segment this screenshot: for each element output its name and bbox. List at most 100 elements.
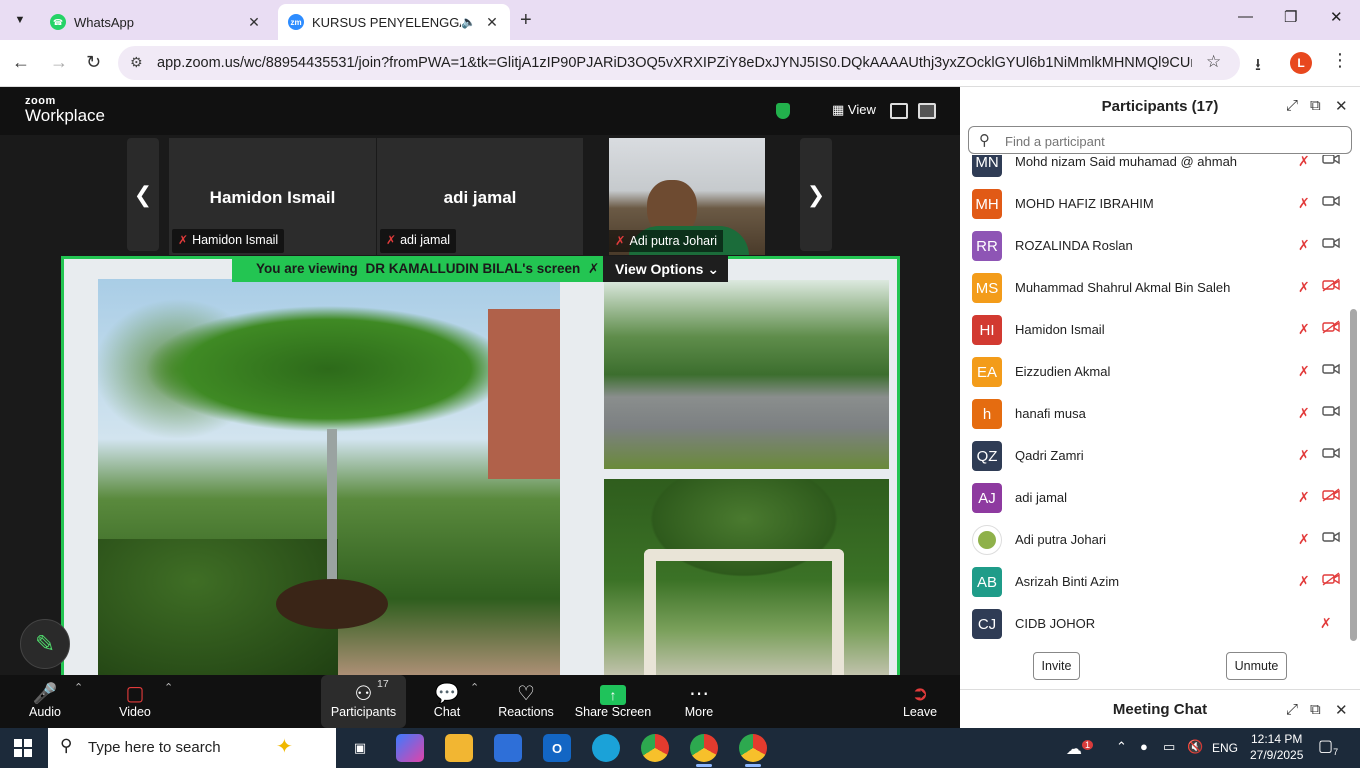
bookmark-star-icon[interactable]: ☆ xyxy=(1206,52,1221,72)
network-icon[interactable]: ▭ xyxy=(1163,739,1175,755)
participant-row[interactable]: AJ adi jamal ✗ xyxy=(960,477,1348,519)
video-options-caret[interactable]: ⌃ xyxy=(162,675,176,728)
reactions-button[interactable]: ♡ Reactions xyxy=(496,675,556,728)
audio-options-caret[interactable]: ⌃ xyxy=(72,675,86,728)
participant-tile[interactable]: Hamidon Ismail ✗ Hamidon Ismail xyxy=(169,138,376,255)
task-view-icon[interactable]: ▣ xyxy=(346,734,374,762)
meet-now-icon[interactable]: ● xyxy=(1140,739,1148,754)
collapse-icon[interactable]: ⤢ xyxy=(1286,97,1298,114)
previous-page-button[interactable]: ❮ xyxy=(127,138,159,251)
close-tab-icon[interactable]: ✕ xyxy=(246,14,262,31)
invite-button[interactable]: Invite xyxy=(1033,652,1080,680)
unmute-button[interactable]: Unmute xyxy=(1226,652,1287,680)
show-hidden-icons[interactable]: ⌃ xyxy=(1116,739,1127,755)
download-icon[interactable]: ⭳ xyxy=(1255,52,1261,81)
chat-button[interactable]: 💬 Chat xyxy=(424,675,470,728)
participant-row[interactable]: MH MOHD HAFIZ IBRAHIM ✗ xyxy=(960,183,1348,225)
url-text[interactable]: app.zoom.us/wc/88954435531/join?fromPWA=… xyxy=(157,55,1192,71)
participant-row[interactable]: h hanafi musa ✗ xyxy=(960,393,1348,435)
muted-mic-icon: ✗ xyxy=(1298,363,1310,379)
video-button[interactable]: ▢ Video xyxy=(110,675,160,728)
participant-row[interactable]: MN Mohd nizam Said muhamad @ ahmah ✗ xyxy=(960,155,1348,183)
share-screen-button[interactable]: ↑ Share Screen xyxy=(574,675,652,728)
tab-search-chevron-icon[interactable]: ▼ xyxy=(8,8,32,32)
minimize-icon[interactable]: — xyxy=(1238,8,1253,25)
pop-out-icon[interactable]: ⧉ xyxy=(1310,97,1321,114)
language-indicator[interactable]: ENG xyxy=(1212,741,1238,755)
view-button[interactable]: ▦ View xyxy=(832,102,876,118)
scrollbar[interactable] xyxy=(1350,309,1357,641)
clock[interactable]: 12:14 PM 27/9/2025 xyxy=(1250,731,1303,763)
view-label: View xyxy=(847,102,876,117)
participants-button[interactable]: ⚇ 17 Participants xyxy=(321,675,406,728)
chat-expand-icon[interactable]: ⤢ xyxy=(1286,701,1298,718)
participant-name: Muhammad Shahrul Akmal Bin Saleh xyxy=(1015,280,1231,295)
audio-button[interactable]: 🎤 Audio xyxy=(22,675,68,728)
video-label: Video xyxy=(119,705,151,719)
next-page-button[interactable]: ❯ xyxy=(800,138,832,251)
close-tab-icon[interactable]: ✕ xyxy=(484,14,500,31)
browser-menu-icon[interactable]: ⋮ xyxy=(1331,50,1349,71)
weather-icon[interactable]: ☁ 1 xyxy=(1066,739,1094,759)
back-icon[interactable]: ← xyxy=(12,52,30,73)
avatar: RR xyxy=(972,231,1002,261)
participant-row[interactable]: EA Eizzudien Akmal ✗ xyxy=(960,351,1348,393)
participant-row[interactable]: QZ Qadri Zamri ✗ xyxy=(960,435,1348,477)
chrome-profile-icon[interactable] xyxy=(690,734,718,767)
site-info-icon[interactable]: ⚙ xyxy=(130,54,143,71)
chrome-icon[interactable] xyxy=(641,734,669,762)
new-tab-icon[interactable]: + xyxy=(520,9,532,32)
reload-icon[interactable]: ↻ xyxy=(86,52,101,73)
avatar: AB xyxy=(972,567,1002,597)
profile-avatar[interactable]: L xyxy=(1290,52,1312,74)
participant-row[interactable]: HI Hamidon Ismail ✗ xyxy=(960,309,1348,351)
avatar: MH xyxy=(972,189,1002,219)
notification-icon[interactable]: ▢7 xyxy=(1318,736,1338,757)
participant-name: Eizzudien Akmal xyxy=(1015,364,1111,379)
microsoft-store-icon[interactable] xyxy=(494,734,522,762)
shared-screen xyxy=(61,256,900,728)
photo-detail xyxy=(276,579,388,629)
participant-row[interactable]: Adi putra Johari ✗ xyxy=(960,519,1348,561)
annotate-pencil-icon[interactable]: ✎ xyxy=(20,619,70,669)
search-icon: ⚲ xyxy=(979,132,990,149)
search-input[interactable] xyxy=(1005,131,1335,151)
participant-row[interactable]: CJ CIDB JOHOR ✗ xyxy=(960,603,1348,645)
encryption-shield-icon[interactable] xyxy=(776,103,790,119)
avatar: h xyxy=(972,399,1002,429)
chat-options-caret[interactable]: ⌃ xyxy=(468,675,482,728)
tab-zoom-course[interactable]: zm KURSUS PENYELENGGARAAN 🔈 ✕ xyxy=(278,4,510,40)
copilot-app-icon[interactable] xyxy=(396,734,424,762)
tab-whatsapp[interactable]: ☎ WhatsApp ✕ xyxy=(40,4,272,40)
participants-icon: ⚇ xyxy=(354,683,373,705)
more-label: More xyxy=(684,705,714,719)
participant-tile[interactable]: adi jamal ✗ adi jamal xyxy=(377,138,583,255)
file-explorer-icon[interactable] xyxy=(445,734,473,762)
participant-video-tile[interactable]: ✗ Adi putra Johari xyxy=(609,138,765,255)
edge-icon[interactable] xyxy=(592,734,620,762)
windows-start-icon[interactable] xyxy=(14,739,32,757)
address-bar[interactable]: ⚙ app.zoom.us/wc/88954435531/join?fromPW… xyxy=(118,46,1240,80)
chat-pop-out-icon[interactable]: ⧉ xyxy=(1310,701,1321,718)
participant-row[interactable]: RR ROZALINDA Roslan ✗ xyxy=(960,225,1348,267)
view-options-button[interactable]: View Options ⌄ xyxy=(603,256,728,282)
volume-muted-icon[interactable]: 🔇 xyxy=(1187,739,1203,755)
participant-row[interactable]: MS Muhammad Shahrul Akmal Bin Saleh ✗ xyxy=(960,267,1348,309)
restore-icon[interactable]: ❐ xyxy=(1284,8,1297,26)
outlook-icon[interactable]: O xyxy=(543,734,571,762)
chrome-profile-2-icon[interactable] xyxy=(739,734,767,767)
leave-button[interactable]: ➲ Leave xyxy=(898,675,942,728)
close-panel-icon[interactable]: ✕ xyxy=(1335,97,1348,115)
participant-search[interactable]: ⚲ xyxy=(968,126,1352,154)
chat-close-icon[interactable]: ✕ xyxy=(1335,701,1348,719)
speaker-icon[interactable]: 🔈 xyxy=(461,15,476,29)
forward-icon[interactable]: → xyxy=(50,52,68,73)
taskbar-search[interactable]: ⚲ Type here to search ✦ xyxy=(48,728,336,768)
participant-list: MN Mohd nizam Said muhamad @ ahmah ✗ MH MOHD… xyxy=(960,155,1348,645)
fullscreen-icon[interactable] xyxy=(918,103,936,119)
picture-in-picture-icon[interactable] xyxy=(890,103,908,119)
window-close-icon[interactable]: ✕ xyxy=(1330,8,1343,26)
participant-row[interactable]: AB Asrizah Binti Azim ✗ xyxy=(960,561,1348,603)
more-button[interactable]: ⋯ More xyxy=(676,675,722,728)
whatsapp-icon: ☎ xyxy=(50,14,66,30)
